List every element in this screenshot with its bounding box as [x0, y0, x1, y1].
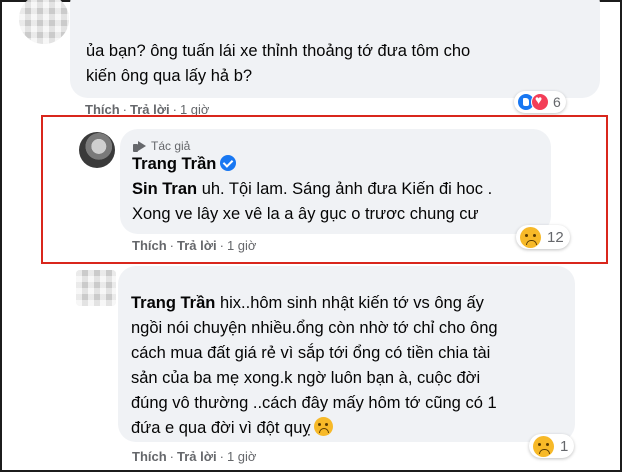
- reply-link[interactable]: Trả lời: [177, 449, 217, 464]
- mention-link[interactable]: Sin Tran: [132, 180, 197, 198]
- author-badge: Tác giả: [133, 139, 190, 153]
- comment-text: ủa bạn? ông tuấn lái xe thỉnh thoảng tớ …: [86, 39, 596, 89]
- avatar[interactable]: [76, 270, 116, 306]
- avatar[interactable]: [19, 0, 69, 44]
- reaction-summary[interactable]: 1: [529, 434, 575, 458]
- screenshot-frame: ủa bạn? ông tuấn lái xe thỉnh thoảng tớ …: [0, 0, 622, 472]
- comment-line: đúng vô thường ..cách đây mấy hôm tớ cũn…: [131, 394, 497, 412]
- comment-line: Xong ve lây xe vê la a ây gục o trươc ch…: [132, 205, 479, 223]
- author-avatar[interactable]: [79, 132, 115, 168]
- reaction-summary[interactable]: 12: [516, 225, 570, 249]
- author-badge-label: Tác giả: [151, 139, 191, 153]
- comment-actions: Thích · Trả lời · 1 giờ: [132, 449, 257, 464]
- comment-text: Trang Trần hix..hôm sinh nhật kiến tớ vs…: [131, 291, 571, 441]
- like-link[interactable]: Thích: [132, 238, 167, 253]
- comment-line: sản của ba mẹ xong.k ngờ luôn bạn à, cuộ…: [131, 369, 481, 387]
- reaction-count: 1: [560, 437, 569, 455]
- reaction-count: 12: [547, 228, 564, 246]
- comment-bubble-2: Tác giả Trang Trần Sin Tran uh. Tội lam.…: [120, 129, 551, 234]
- reply-link[interactable]: Trả lời: [177, 238, 217, 253]
- author-name[interactable]: Trang Trần: [131, 294, 215, 312]
- sad-emoji-icon: [313, 417, 333, 436]
- love-icon: [531, 93, 549, 111]
- comment-line: ủa bạn? ông tuấn lái xe thỉnh thoảng tớ …: [86, 42, 471, 60]
- sad-icon: [533, 435, 554, 457]
- timestamp[interactable]: 1 giờ: [227, 449, 257, 464]
- comment-line: đứa e qua đời vì đột quỵ: [131, 419, 311, 437]
- comment-line: uh. Tội lam. Sáng ảnh đưa Kiến đi hoc .: [197, 180, 493, 198]
- comment-line: cách mua đất giá rẻ vì sắp tới ổng có ti…: [131, 344, 491, 362]
- reaction-summary[interactable]: 6: [514, 91, 566, 113]
- verified-badge-icon: [220, 155, 237, 171]
- comment-line: kiến ông qua lấy hả b?: [86, 67, 253, 85]
- megaphone-icon: [133, 140, 146, 152]
- sad-icon: [520, 226, 541, 248]
- comment-line: ngồi nói chuyện nhiều.ổng còn nhờ tớ chỉ…: [131, 319, 498, 337]
- comment-actions: Thích · Trả lời · 1 giờ: [132, 238, 257, 253]
- reaction-count: 6: [553, 94, 561, 110]
- comment-text: Sin Tran uh. Tội lam. Sáng ảnh đưa Kiến …: [132, 177, 552, 227]
- author-name[interactable]: Trang Trần: [132, 155, 216, 173]
- comment-line: hix..hôm sinh nhật kiến tớ vs ông ấy: [215, 294, 484, 312]
- like-link[interactable]: Thích: [132, 449, 167, 464]
- comment-bubble-1: ủa bạn? ông tuấn lái xe thỉnh thoảng tớ …: [70, 0, 600, 98]
- timestamp[interactable]: 1 giờ: [227, 238, 257, 253]
- comment-bubble-3: Trang Trần hix..hôm sinh nhật kiến tớ vs…: [118, 266, 575, 442]
